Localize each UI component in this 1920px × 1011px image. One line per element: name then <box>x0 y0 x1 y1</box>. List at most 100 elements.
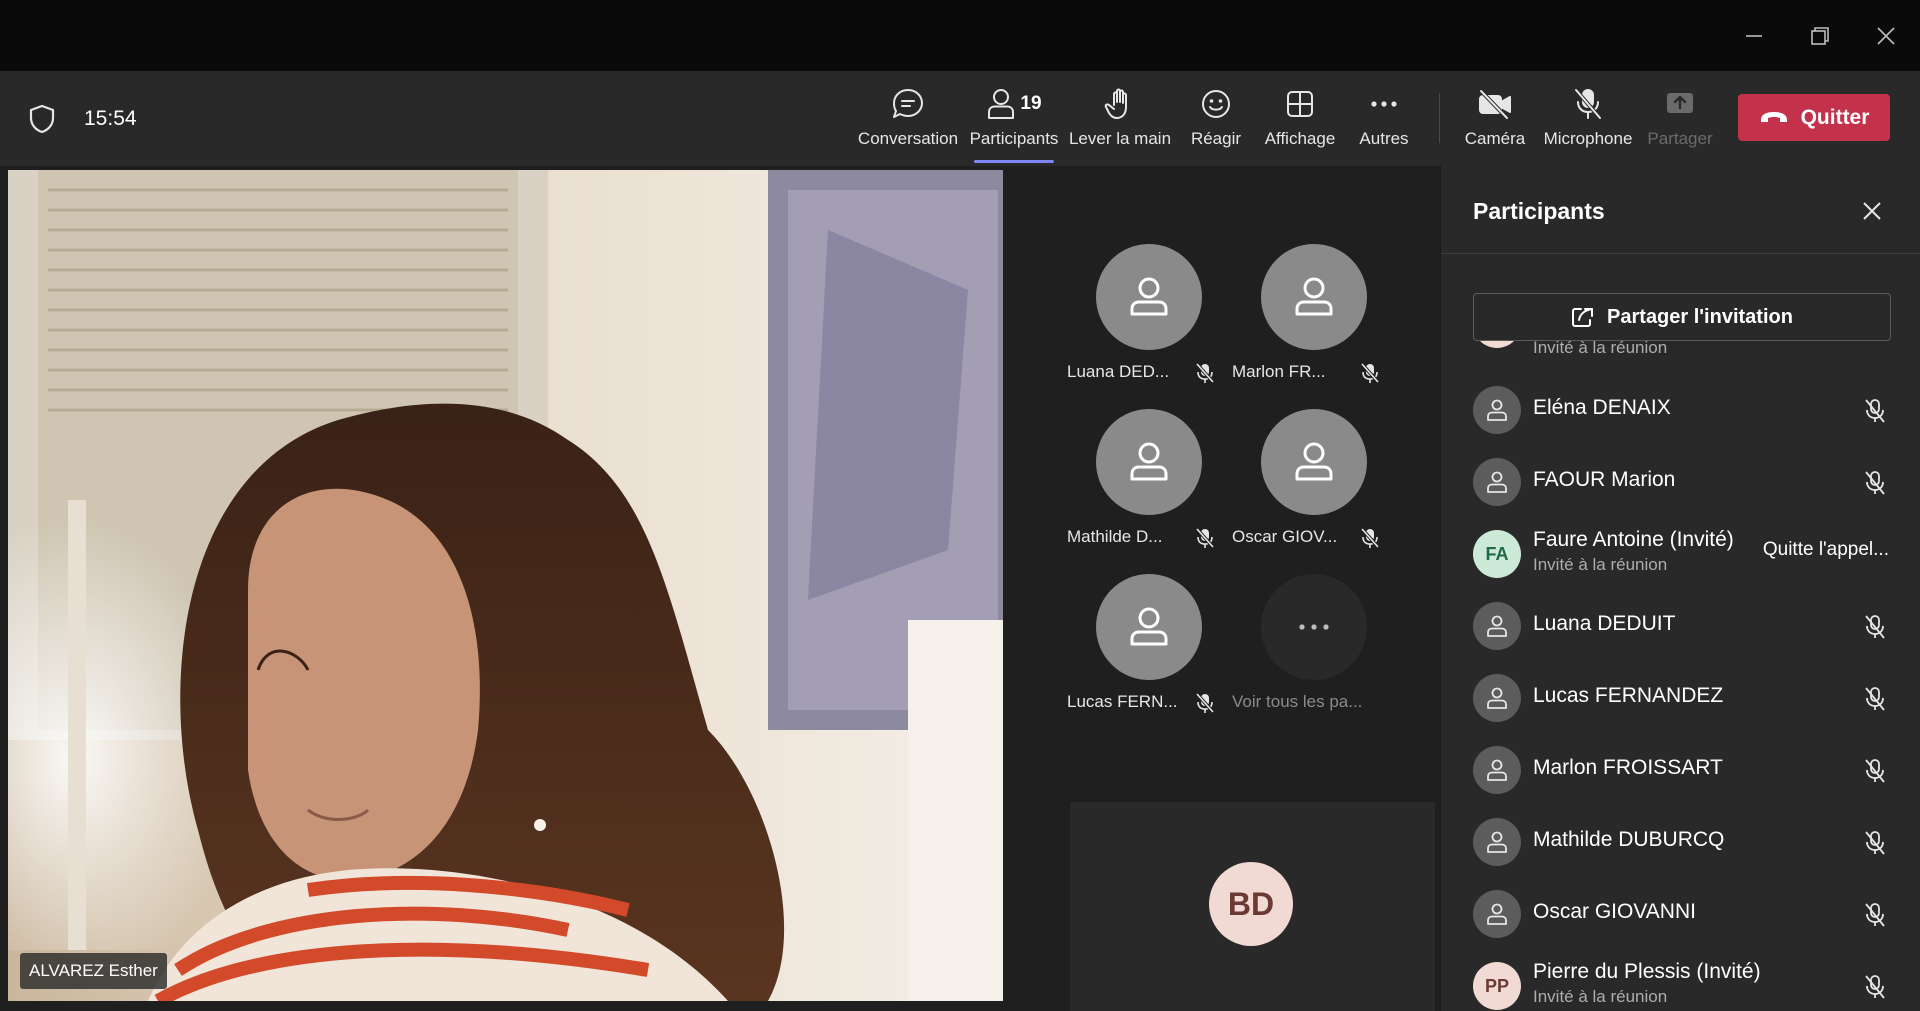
main-video-feed[interactable]: ALVAREZ Esther <box>8 170 1003 1001</box>
participants-count: 19 <box>1020 93 1042 114</box>
avatar <box>1473 458 1521 506</box>
see-all-label: Voir tous les pa... <box>1232 692 1363 711</box>
meeting-time: 15:54 <box>84 107 137 130</box>
gallery-tile-name: Mathilde D... <box>1067 527 1163 546</box>
share-invitation-button[interactable]: Partager l'invitation <box>1473 293 1891 341</box>
gallery-tile[interactable]: Luana DED... <box>1067 244 1232 394</box>
mic-off-icon <box>1360 362 1380 384</box>
mic-off-icon <box>1865 615 1885 639</box>
participant-name: Mathilde DUBURCQ <box>1533 828 1725 851</box>
participants-button[interactable]: 19 Participants <box>969 85 1059 163</box>
gallery-tile[interactable]: Oscar GIOV... <box>1232 409 1397 559</box>
person-icon <box>1487 615 1507 637</box>
restore-button[interactable] <box>1798 14 1842 58</box>
participant-name: Oscar GIOVANNI <box>1533 900 1696 923</box>
participant-row[interactable]: FAOUR Marion <box>1441 444 1920 516</box>
react-label: Réagir <box>1190 129 1242 148</box>
mic-off-icon <box>1574 88 1602 120</box>
layout-grid-icon <box>1287 91 1313 117</box>
video-frame <box>8 170 1003 1001</box>
avatar[interactable] <box>1096 409 1202 515</box>
self-avatar: BD <box>1209 862 1293 946</box>
avatar[interactable] <box>1096 574 1202 680</box>
leave-button[interactable]: Quitter <box>1738 94 1890 141</box>
share-invitation-label: Partager l'invitation <box>1607 305 1793 328</box>
camera-button[interactable]: Caméra <box>1460 85 1530 157</box>
mic-off-icon <box>1865 471 1885 495</box>
person-icon <box>1130 277 1168 316</box>
participant-subtitle: Invité à la réunion <box>1533 555 1668 574</box>
see-all-participants-tile[interactable]: Voir tous les pa... <box>1232 574 1397 724</box>
participants-list: Invité à la réunion Eléna DENAIX FAOUR M… <box>1441 254 1920 1011</box>
close-window-button[interactable] <box>1864 14 1908 58</box>
participant-row[interactable]: FA Faure Antoine (Invité) Invité à la ré… <box>1441 516 1920 588</box>
meeting-toolbar: 15:54 Conversation 19 Participants Lever… <box>0 71 1920 166</box>
mic-off-icon <box>1865 903 1885 927</box>
avatar <box>1473 386 1521 434</box>
mic-off-icon <box>1865 399 1885 423</box>
participant-row[interactable]: PP Pierre du Plessis (Invité) Invité à l… <box>1441 948 1920 1011</box>
microphone-label: Microphone <box>1543 129 1633 148</box>
participant-row[interactable]: Eléna DENAIX <box>1441 372 1920 444</box>
person-icon <box>1295 442 1333 481</box>
more-dots-icon <box>1371 101 1397 107</box>
avatar <box>1473 890 1521 938</box>
avatar[interactable] <box>1261 409 1367 515</box>
camera-label: Caméra <box>1464 129 1526 148</box>
mic-off-icon <box>1865 831 1885 855</box>
person-icon <box>1295 277 1333 316</box>
close-icon <box>1863 202 1881 220</box>
participant-row[interactable]: Lucas FERNANDEZ <box>1441 660 1920 732</box>
gallery-tile-name: Oscar GIOV... <box>1232 527 1338 546</box>
chat-button[interactable]: Conversation <box>858 85 958 157</box>
gallery-tile[interactable]: Mathilde D... <box>1067 409 1232 559</box>
title-bar <box>0 0 1920 71</box>
minimize-icon <box>1746 35 1762 37</box>
participant-name: Pierre du Plessis (Invité) <box>1533 960 1761 983</box>
avatar[interactable] <box>1096 244 1202 350</box>
person-icon <box>1130 607 1168 646</box>
gallery-tile-name: Luana DED... <box>1067 362 1170 381</box>
participant-row[interactable]: Oscar GIOVANNI <box>1441 876 1920 948</box>
share-screen-icon <box>1667 93 1693 113</box>
mic-off-icon <box>1865 759 1885 783</box>
person-icon <box>988 89 1015 119</box>
chat-icon <box>893 89 923 118</box>
person-icon <box>1487 687 1507 709</box>
person-icon <box>1487 399 1507 421</box>
avatar: PP <box>1473 962 1521 1010</box>
participant-row[interactable]: Mathilde DUBURCQ <box>1441 804 1920 876</box>
react-button[interactable]: Réagir <box>1186 85 1246 157</box>
microphone-button[interactable]: Microphone <box>1540 85 1636 157</box>
self-preview-tile[interactable]: BD <box>1070 802 1435 1011</box>
share-screen-button[interactable]: Partager <box>1647 85 1713 157</box>
close-panel-button[interactable] <box>1853 192 1891 230</box>
participant-row[interactable]: Marlon FROISSART <box>1441 732 1920 804</box>
participant-name: Luana DEDUIT <box>1533 612 1676 635</box>
leave-label: Quitter <box>1800 105 1870 129</box>
raise-hand-label: Lever la main <box>1068 129 1172 148</box>
raise-hand-button[interactable]: Lever la main <box>1068 85 1172 157</box>
teams-meeting-window: 15:54 Conversation 19 Participants Lever… <box>0 0 1920 1011</box>
see-all-button[interactable] <box>1261 574 1367 680</box>
toolbar-divider <box>1439 93 1440 143</box>
close-icon <box>1877 27 1895 45</box>
view-label: Affichage <box>1264 129 1336 148</box>
minimize-button[interactable] <box>1732 14 1776 58</box>
camera-off-icon <box>1479 89 1511 120</box>
gallery-tile[interactable]: Marlon FR... <box>1232 244 1397 394</box>
more-button[interactable]: Autres <box>1354 85 1414 157</box>
avatar[interactable] <box>1261 244 1367 350</box>
participant-name: Faure Antoine (Invité) <box>1533 528 1734 551</box>
more-label: Autres <box>1359 129 1409 148</box>
gallery-tile-name: Lucas FERN... <box>1067 692 1178 711</box>
participant-row[interactable]: Luana DEDUIT <box>1441 588 1920 660</box>
participants-label: Participants <box>969 129 1059 148</box>
gallery-tile[interactable]: Lucas FERN... <box>1067 574 1232 724</box>
person-icon <box>1487 831 1507 853</box>
view-button[interactable]: Affichage <box>1262 85 1338 157</box>
hang-up-icon <box>1760 111 1787 122</box>
video-name-tag: ALVAREZ Esther <box>20 953 167 989</box>
avatar <box>1473 746 1521 794</box>
hand-icon <box>1104 88 1127 119</box>
